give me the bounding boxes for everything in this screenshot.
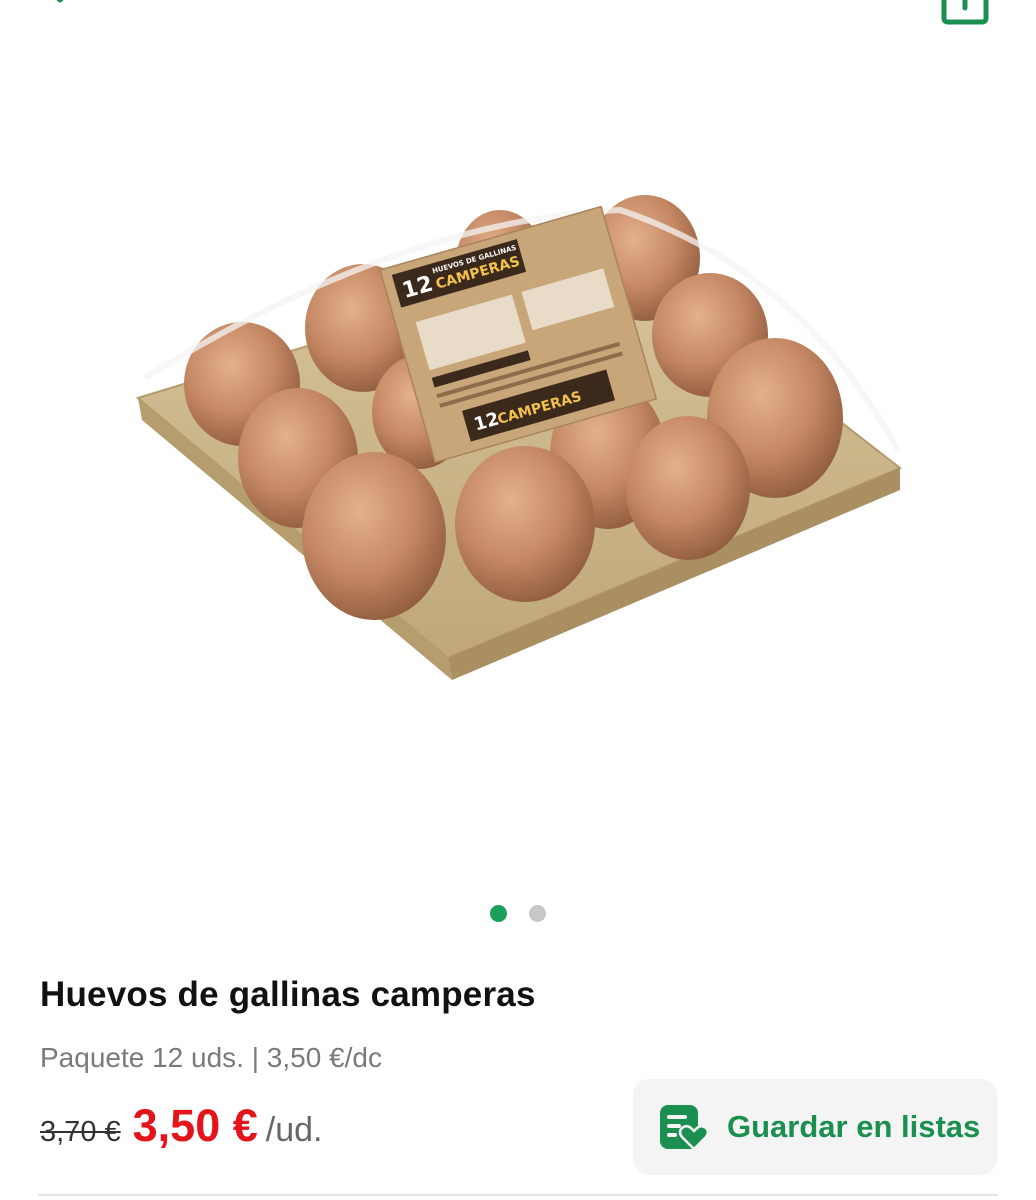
divider — [38, 1194, 998, 1196]
save-to-lists-button[interactable]: Guardar en listas — [633, 1079, 997, 1175]
share-button[interactable] — [936, 0, 996, 26]
image-pagination — [0, 905, 1036, 927]
old-price: 3,70 € — [40, 1116, 121, 1148]
pagination-dot-2[interactable] — [529, 905, 546, 922]
share-icon — [941, 0, 989, 25]
close-icon — [56, 0, 64, 3]
price-unit: /ud. — [265, 1111, 323, 1149]
save-button-label: Guardar en listas — [727, 1109, 981, 1144]
product-title: Huevos de gallinas camperas — [40, 975, 536, 1014]
current-price: 3,50 € — [132, 1100, 258, 1151]
pagination-dot-1[interactable] — [490, 905, 507, 922]
product-subtitle: Paquete 12 uds. | 3,50 €/dc — [40, 1042, 382, 1073]
close-button[interactable] — [34, 0, 94, 20]
product-image[interactable]: 12 CAMPERAS HUEVOS DE GALLINAS 12 CAMPER… — [100, 150, 940, 710]
egg-carton-image: 12 CAMPERAS HUEVOS DE GALLINAS 12 CAMPER… — [135, 195, 902, 680]
price-row: 3,70 € 3,50 € /ud. — [40, 1100, 322, 1156]
list-heart-icon — [660, 1105, 710, 1151]
top-bar — [0, 0, 1036, 40]
